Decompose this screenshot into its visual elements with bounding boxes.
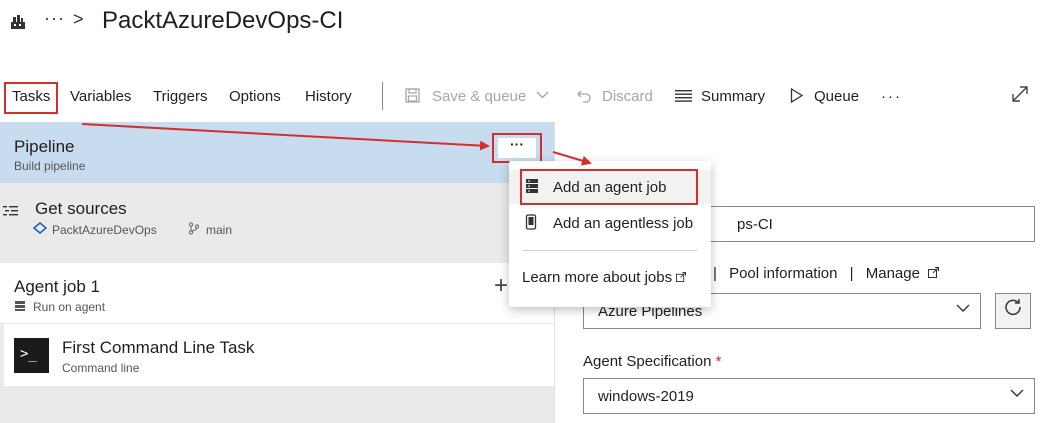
refresh-icon [1005,299,1021,316]
menu-item-add-agentless-job[interactable]: Add an agentless job [509,206,711,240]
summary-button[interactable]: Summary [701,88,765,105]
pipeline-row[interactable]: Pipeline Build pipeline ··· [0,122,554,183]
task-title: First Command Line Task [62,338,255,357]
agent-specification-select[interactable]: windows-2019 [583,378,1035,414]
menu-divider [523,250,697,251]
tasks-highlight-box [4,82,58,114]
pipeline-context-menu: Add an agent job Add an agentless job Le… [509,161,711,307]
repo-icon [32,222,48,237]
play-icon [790,87,804,107]
add-task-icon[interactable]: + [494,272,508,300]
pool-links: | Pool information | Manage [705,265,940,282]
chevron-down-icon[interactable] [536,88,549,105]
discard-button[interactable]: Discard [602,88,653,105]
toolbar: Tasks Variables Triggers Options History… [0,80,1042,114]
terminal-icon: >_ [14,338,49,373]
pool-info-separator: | [713,265,717,282]
queue-button[interactable]: Queue [814,88,859,105]
tab-options[interactable]: Options [229,88,281,105]
links-separator: | [849,265,854,282]
tab-triggers[interactable]: Triggers [153,88,207,105]
learn-more-label: Learn more about jobs [522,269,673,286]
chevron-down-icon [1010,386,1024,403]
agent-job-highlight-box [520,169,698,205]
pipeline-subtitle: Build pipeline [14,159,86,173]
agent-job-subtitle: Run on agent [33,300,106,314]
external-link-icon [928,265,940,282]
breadcrumb-more-icon[interactable]: ··· [44,8,65,29]
more-icon: ··· [498,137,536,158]
pipeline-logo-icon [8,12,28,32]
phone-icon [525,214,537,233]
manage-link[interactable]: Manage [866,265,920,282]
header: ··· > PacktAzureDevOps-CI [0,0,1042,60]
pipeline-name-value: ps-CI [737,216,773,233]
agent-icon [14,300,26,315]
list-icon [675,88,692,106]
agent-specification-text: Agent Specification [583,353,712,370]
undo-icon [577,88,592,107]
branch-icon [188,222,200,238]
toolbar-divider [382,82,383,110]
sources-icon [3,204,19,223]
pipeline-name: Pipeline [14,137,75,156]
agent-job-title: Agent job 1 [14,277,101,296]
required-marker: * [715,353,722,370]
pool-information-link[interactable]: Pool information [729,265,837,282]
breadcrumb-separator: > [73,9,84,29]
toolbar-more-icon[interactable]: ··· [881,88,902,105]
chevron-down-icon [956,301,970,318]
agent-job-row[interactable]: Agent job 1 Run on agent + [0,263,554,323]
page-title: PacktAzureDevOps-CI [102,7,344,34]
branch-name: main [206,223,233,237]
get-sources-row[interactable]: Get sources PacktAzureDevOps main [0,184,554,262]
pipeline-more-button[interactable]: ··· [492,133,542,163]
menu-item-label: Add an agentless job [553,215,694,232]
external-link-icon [676,269,687,286]
refresh-button[interactable] [995,293,1031,329]
command-line-task-row[interactable]: >_ First Command Line Task Command line [4,324,554,386]
agent-specification-value: windows-2019 [598,388,694,405]
get-sources-title: Get sources [35,199,127,218]
save-queue-button[interactable]: Save & queue [432,88,526,105]
expand-icon[interactable] [1011,85,1029,109]
tab-history[interactable]: History [305,88,352,105]
agent-specification-label: Agent Specification * [583,353,721,370]
repo-name: PacktAzureDevOps [52,223,157,237]
task-subtitle: Command line [62,361,140,375]
save-icon [405,88,420,107]
tab-variables[interactable]: Variables [70,88,131,105]
learn-more-jobs-link[interactable]: Learn more about jobs [522,269,687,286]
pipeline-tree-pane: Pipeline Build pipeline ··· Get sources … [0,122,554,423]
